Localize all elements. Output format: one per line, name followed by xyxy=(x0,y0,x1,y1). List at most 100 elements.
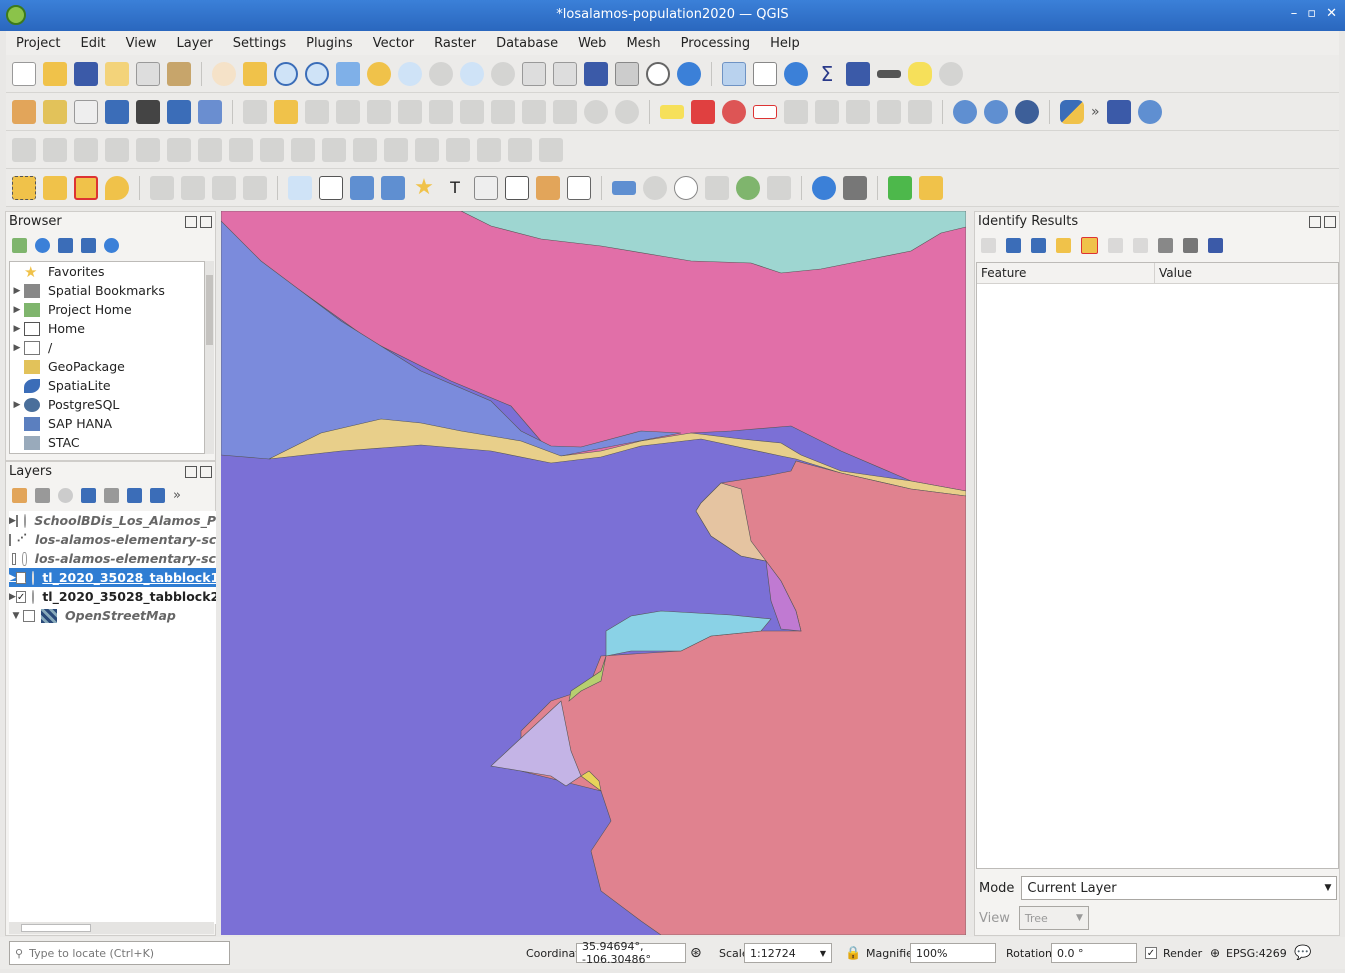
new-temporary-layer-icon[interactable] xyxy=(136,99,160,124)
menu-view[interactable]: View xyxy=(116,36,167,51)
open-field-calculator-icon[interactable] xyxy=(846,61,870,86)
rectangle-icon[interactable] xyxy=(243,175,267,200)
layer-los-alamos-elementary-polygons[interactable]: los-alamos-elementary-sc xyxy=(9,549,216,568)
layer-checkbox[interactable] xyxy=(15,514,19,527)
paste-features-icon[interactable] xyxy=(553,99,577,124)
save-edits-icon[interactable] xyxy=(305,99,329,124)
reshape-icon[interactable] xyxy=(291,137,315,162)
locator-search-input[interactable]: ⚲ Type to locate (Ctrl+K) xyxy=(9,941,230,965)
properties-icon[interactable] xyxy=(104,237,119,253)
create-text-annotation-icon[interactable]: T xyxy=(443,176,467,200)
zoom-selection-icon[interactable] xyxy=(367,61,391,86)
simplify-feature-icon[interactable] xyxy=(105,137,129,162)
crs-icon[interactable]: ⊕ xyxy=(1210,946,1220,960)
merge-features-icon[interactable] xyxy=(415,137,439,162)
browser-item-spatial-bookmarks[interactable]: ▶ Spatial Bookmarks xyxy=(10,281,204,300)
close-icon[interactable]: ✕ xyxy=(1326,6,1337,21)
new-shapefile-layer-icon[interactable] xyxy=(74,99,98,124)
annotation-icon[interactable] xyxy=(939,61,963,86)
close-panel-icon[interactable] xyxy=(1324,216,1336,228)
copy-feature-icon[interactable] xyxy=(1108,237,1123,253)
data-source-manager-icon[interactable] xyxy=(12,99,36,124)
pin-labels-icon[interactable] xyxy=(722,99,746,124)
crs-button[interactable]: EPSG:4269 xyxy=(1226,947,1287,960)
layers-hscroll-thumb[interactable] xyxy=(21,924,91,932)
print-results-icon[interactable] xyxy=(1133,237,1148,253)
pan-to-selection-icon[interactable] xyxy=(243,61,267,86)
browser-item-project-home[interactable]: ▶ Project Home xyxy=(10,300,204,319)
clear-results-icon[interactable] xyxy=(1081,236,1098,254)
layer-schoolbdis[interactable]: ▶ SchoolBDis_Los_Alamos_P xyxy=(9,511,216,530)
menu-vector[interactable]: Vector xyxy=(363,36,424,51)
expand-new-results-icon[interactable] xyxy=(1056,237,1071,253)
layers-hscrollbar[interactable] xyxy=(9,922,214,934)
browser-item-stac[interactable]: STAC xyxy=(10,433,204,452)
layer-checkbox[interactable]: ✓ xyxy=(15,571,27,584)
menu-help[interactable]: Help xyxy=(760,36,810,51)
render-checkbox[interactable]: ✓ xyxy=(1145,947,1157,959)
style-manager-icon[interactable] xyxy=(167,61,191,86)
zoom-last-icon[interactable] xyxy=(460,61,484,86)
hide-labels-icon[interactable] xyxy=(877,99,901,124)
zoom-next-icon[interactable] xyxy=(491,61,515,86)
offset-curve-icon[interactable] xyxy=(322,137,346,162)
delete-selected-icon[interactable] xyxy=(460,99,484,124)
coordinate-field[interactable]: 35.94694°, -106.30486° xyxy=(576,940,686,966)
menu-processing[interactable]: Processing xyxy=(671,36,760,51)
close-panel-icon[interactable] xyxy=(200,466,212,478)
browser-item-favorites[interactable]: ★ Favorites xyxy=(10,262,204,281)
collapse-all-layers-icon[interactable] xyxy=(150,487,165,503)
collapse-all-icon[interactable] xyxy=(81,237,96,253)
modify-attributes-icon[interactable] xyxy=(429,99,453,124)
layer-checkbox[interactable] xyxy=(11,552,16,565)
add-ring-icon[interactable] xyxy=(136,137,160,162)
select-by-location-icon[interactable] xyxy=(105,175,129,200)
move-feature-icon[interactable] xyxy=(43,137,67,162)
show-bookmarks-icon[interactable] xyxy=(615,61,639,86)
move-label-icon[interactable] xyxy=(784,99,808,124)
layer-checkbox[interactable]: ✓ xyxy=(15,590,27,603)
gps-add-vertex-icon[interactable] xyxy=(705,175,729,200)
offset-point-symbols-icon[interactable] xyxy=(508,137,532,162)
filter-expression-icon[interactable] xyxy=(104,487,119,503)
browser-item-spatialite[interactable]: SpatiaLite xyxy=(10,376,204,395)
create-polygon-annotation-icon[interactable] xyxy=(350,175,374,200)
style-panel-icon[interactable] xyxy=(12,487,27,503)
identify-help-icon[interactable] xyxy=(1208,237,1223,253)
zoom-out-icon[interactable] xyxy=(305,61,329,86)
menu-settings[interactable]: Settings xyxy=(223,36,296,51)
layers-overflow-icon[interactable]: » xyxy=(173,488,181,503)
expand-tree-icon[interactable] xyxy=(1006,237,1021,253)
layer-checkbox[interactable] xyxy=(23,609,35,622)
rotation-field[interactable]: 0.0 ° xyxy=(1051,943,1137,963)
info-icon[interactable] xyxy=(812,175,836,200)
collapse-tree-icon[interactable] xyxy=(1031,237,1046,253)
attribute-table-icon[interactable] xyxy=(753,61,777,86)
georeference-icon[interactable] xyxy=(612,180,636,195)
html-annotation-icon[interactable] xyxy=(567,175,591,200)
menu-mesh[interactable]: Mesh xyxy=(616,36,670,51)
options-icon[interactable] xyxy=(843,175,867,200)
label-properties-icon[interactable] xyxy=(908,99,932,124)
browser-item-sap-hana[interactable]: SAP HANA xyxy=(10,414,204,433)
picture-annotation-icon[interactable] xyxy=(536,175,560,200)
copy-features-icon[interactable] xyxy=(522,99,546,124)
trim-extend-icon[interactable] xyxy=(539,137,563,162)
browser-item-root[interactable]: ▶ / xyxy=(10,338,204,357)
add-part-icon[interactable] xyxy=(167,137,191,162)
processing-toolbox-icon[interactable] xyxy=(784,61,808,86)
menu-database[interactable]: Database xyxy=(486,36,568,51)
vertex-tool-icon[interactable] xyxy=(398,99,422,124)
select-by-value-icon[interactable] xyxy=(43,175,67,200)
browser-item-home[interactable]: ▶ Home xyxy=(10,319,204,338)
layer-los-alamos-elementary-points[interactable]: ⋰ los-alamos-elementary-sc xyxy=(9,530,216,549)
pan-icon[interactable] xyxy=(212,61,236,86)
save-project-icon[interactable] xyxy=(74,61,98,86)
temporal-controller-icon[interactable] xyxy=(646,61,670,86)
layer-tabblock1[interactable]: ▶ ✓ tl_2020_35028_tabblock1 xyxy=(9,568,216,587)
split-parts-icon[interactable] xyxy=(384,137,408,162)
text-along-line-icon[interactable] xyxy=(474,175,498,200)
browser-scrollbar[interactable] xyxy=(205,261,214,454)
menu-layer[interactable]: Layer xyxy=(167,36,223,51)
rotate-label-icon[interactable] xyxy=(815,99,839,124)
